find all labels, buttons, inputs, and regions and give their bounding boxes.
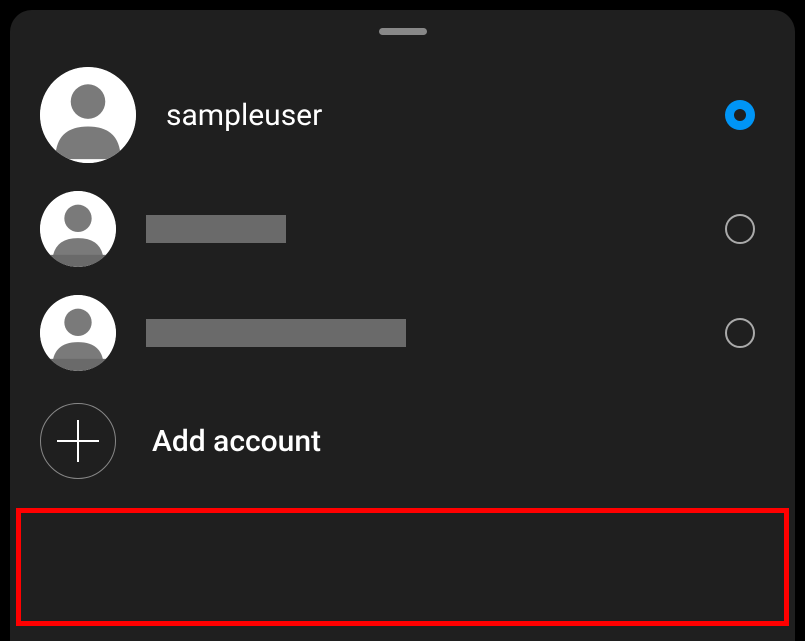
avatar <box>40 191 116 267</box>
avatar <box>40 295 116 371</box>
person-icon <box>40 191 116 267</box>
add-account-button[interactable]: Add account <box>10 385 795 497</box>
radio-selected-icon[interactable] <box>725 100 755 130</box>
account-row-sampleuser[interactable]: sampleuser <box>10 53 795 177</box>
drag-handle[interactable] <box>379 28 427 35</box>
person-icon <box>40 67 136 163</box>
radio-unselected-icon[interactable] <box>725 318 755 348</box>
account-username-label: sampleuser <box>166 98 725 133</box>
add-account-label: Add account <box>152 424 321 459</box>
avatar <box>40 67 136 163</box>
account-row-3[interactable] <box>10 281 795 385</box>
account-username-redacted <box>146 319 406 347</box>
account-switcher-sheet: sampleuser <box>10 10 795 641</box>
plus-icon <box>40 403 116 479</box>
account-row-2[interactable] <box>10 177 795 281</box>
radio-unselected-icon[interactable] <box>725 214 755 244</box>
account-username-redacted <box>146 215 286 243</box>
person-icon <box>40 295 116 371</box>
